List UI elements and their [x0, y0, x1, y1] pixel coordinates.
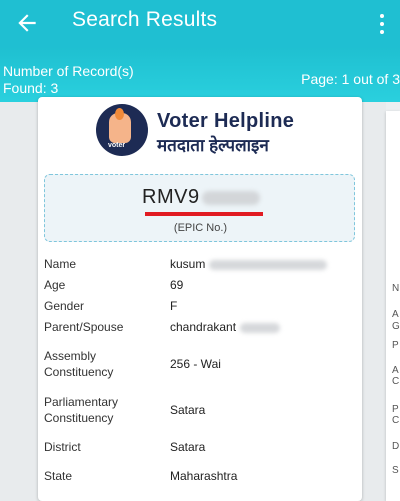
detail-value: kusum — [170, 256, 328, 272]
epic-number: RMV9 — [142, 186, 200, 208]
detail-label: Gender — [44, 299, 85, 313]
detail-label: Parent/Spouse — [44, 320, 124, 334]
next-card-letter: A — [392, 309, 399, 320]
epic-underline — [145, 212, 263, 216]
more-options-icon[interactable] — [376, 12, 388, 36]
detail-label: State — [44, 469, 73, 483]
voter-helpline-logo: voter — [96, 104, 148, 156]
detail-value: chandrakant — [170, 319, 281, 335]
next-result-card[interactable]: N A G P A C P C D S — [386, 111, 400, 501]
next-card-letter: D — [392, 441, 400, 452]
brand-name-hindi: मतदाता हेल्पलाइन — [157, 136, 269, 155]
detail-value: 69 — [170, 278, 184, 292]
detail-label: Parliamentary Constituency — [44, 395, 119, 425]
detail-value: Maharashtra — [170, 469, 238, 483]
redacted-text — [240, 322, 281, 333]
background-strip-left — [0, 102, 38, 501]
redacted-text — [209, 259, 328, 270]
detail-value: 256 - Wai — [170, 357, 221, 371]
app-bar: Search Results — [0, 0, 400, 48]
page-indicator: Page: 1 out of 3 — [301, 71, 400, 87]
next-card-letter: A C — [392, 365, 400, 387]
epic-label: (EPIC No.) — [173, 222, 228, 234]
records-found: Found: 3 — [3, 80, 59, 96]
next-card-letter: P — [392, 340, 399, 351]
page-title: Search Results — [72, 8, 218, 31]
detail-label: District — [44, 440, 81, 454]
voter-result-card[interactable]: voter Voter Helpline मतदाता हेल्पलाइन RM… — [38, 97, 362, 501]
next-card-letter: G — [392, 321, 400, 332]
logo-text: voter — [108, 142, 126, 149]
detail-value: F — [170, 299, 178, 313]
background-gap — [362, 102, 386, 501]
detail-label: Name — [44, 257, 77, 271]
detail-label: Assembly Constituency — [44, 349, 114, 379]
detail-value: Satara — [170, 403, 206, 417]
records-label: Number of Record(s) — [3, 63, 134, 79]
next-card-letter: S — [392, 465, 399, 476]
epic-number-box: RMV9 (EPIC No.) — [44, 174, 355, 242]
fingertip-icon — [115, 108, 124, 120]
epic-number-redacted — [202, 191, 260, 205]
back-arrow-icon[interactable] — [14, 10, 40, 36]
next-card-letter: P C — [392, 404, 400, 426]
next-card-letter: N — [392, 283, 400, 294]
results-summary-bar: Number of Record(s) Found: 3 Page: 1 out… — [0, 48, 400, 102]
detail-label: Age — [44, 278, 66, 292]
detail-value: Satara — [170, 440, 206, 454]
record-count: Number of Record(s) Found: 3 — [3, 63, 134, 97]
brand-name-english: Voter Helpline — [157, 110, 295, 132]
